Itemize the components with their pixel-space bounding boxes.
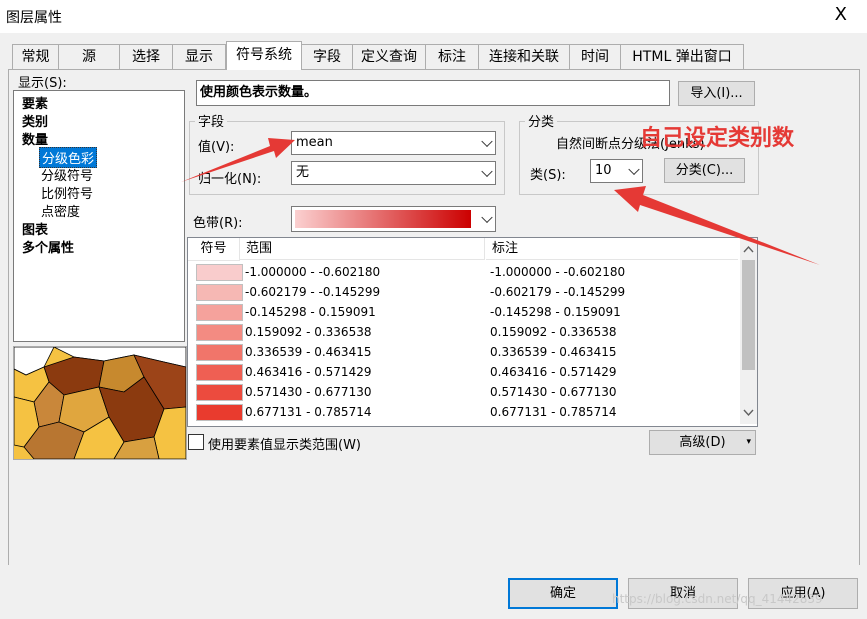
- tab-source[interactable]: 源: [58, 44, 120, 69]
- renderer-description: 使用颜色表示数量。: [196, 80, 670, 106]
- chevron-down-icon: [628, 163, 640, 176]
- symbol-swatch[interactable]: [196, 304, 243, 321]
- column-header-symbol[interactable]: 符号: [188, 238, 240, 261]
- symbol-swatch[interactable]: [196, 264, 243, 281]
- classify-button[interactable]: 分类(C)...: [664, 158, 745, 183]
- symbol-swatch[interactable]: [196, 284, 243, 301]
- range-cell: -0.602179 - -0.145299: [245, 285, 381, 299]
- range-cell: 0.463416 - 0.571429: [245, 365, 372, 379]
- table-row[interactable]: 0.571430 - 0.677130 0.571430 - 0.677130: [188, 383, 738, 403]
- chevron-down-icon: [481, 135, 493, 148]
- tree-item-multiple-attributes[interactable]: 多个属性: [22, 237, 74, 256]
- chevron-down-icon: [481, 165, 493, 178]
- symbol-swatch[interactable]: [196, 364, 243, 381]
- table-row[interactable]: -1.000000 - -0.602180 -1.000000 - -0.602…: [188, 263, 738, 283]
- classification-group-title: 分类: [525, 111, 558, 130]
- show-class-ranges-label: 使用要素值显示类范围(W): [208, 438, 361, 453]
- color-ramp-dropdown[interactable]: [291, 206, 496, 232]
- tree-item-proportional-symbols[interactable]: 比例符号: [41, 183, 93, 202]
- tab-symbology[interactable]: 符号系统: [226, 41, 302, 70]
- fields-group-title: 字段: [195, 111, 228, 130]
- tab-joins-relates[interactable]: 连接和关联: [478, 44, 570, 69]
- label-cell[interactable]: 0.336539 - 0.463415: [490, 345, 616, 359]
- scroll-up-icon: [743, 245, 754, 253]
- chevron-down-icon: [481, 211, 493, 224]
- table-row[interactable]: 0.677131 - 0.785714 0.677131 - 0.785714: [188, 403, 738, 423]
- table-row[interactable]: 0.336539 - 0.463415 0.336539 - 0.463415: [188, 343, 738, 363]
- table-row[interactable]: -0.602179 - -0.145299 -0.602179 - -0.145…: [188, 283, 738, 303]
- table-scrollbar[interactable]: [740, 238, 757, 424]
- title-bar: 图层属性 X: [0, 0, 867, 33]
- annotation-text: 自己设定类别数: [640, 126, 795, 151]
- label-cell[interactable]: 0.463416 - 0.571429: [490, 365, 616, 379]
- label-cell[interactable]: -1.000000 - -0.602180: [490, 265, 625, 279]
- dropdown-arrow-icon: ▾: [746, 437, 751, 447]
- table-row[interactable]: 0.159092 - 0.336538 0.159092 - 0.336538: [188, 323, 738, 343]
- range-cell: -1.000000 - -0.602180: [245, 265, 381, 279]
- watermark-text: https://blog.csdn.net/qq_41442839: [612, 592, 823, 606]
- normalize-field-dropdown[interactable]: 无: [291, 161, 496, 185]
- symbol-swatch[interactable]: [196, 344, 243, 361]
- tree-item-graduated-symbols[interactable]: 分级符号: [41, 165, 93, 184]
- close-icon[interactable]: X: [835, 4, 847, 25]
- tab-bar: 常规 源 选择 显示 符号系统 字段 定义查询 标注 连接和关联 时间 HTML…: [0, 41, 867, 70]
- tree-item-categories[interactable]: 类别: [22, 111, 48, 130]
- scroll-thumb: [742, 260, 755, 370]
- label-cell[interactable]: -0.145298 - 0.159091: [490, 305, 621, 319]
- range-cell: 0.159092 - 0.336538: [245, 325, 372, 339]
- tab-display[interactable]: 显示: [172, 44, 226, 69]
- label-cell[interactable]: 0.159092 - 0.336538: [490, 325, 616, 339]
- window-title: 图层属性: [6, 10, 62, 26]
- tree-item-features[interactable]: 要素: [22, 93, 48, 112]
- column-header-range[interactable]: 范围: [240, 238, 485, 260]
- tree-item-charts[interactable]: 图表: [22, 219, 48, 238]
- symbol-swatch[interactable]: [196, 324, 243, 341]
- class-breaks-table: 符号 范围 标注 -1.000000 - -0.602180 -1.000000…: [187, 237, 758, 427]
- value-field-dropdown[interactable]: mean: [291, 131, 496, 155]
- range-cell: 0.677131 - 0.785714: [245, 405, 372, 419]
- tab-general[interactable]: 常规: [12, 44, 59, 69]
- tab-html-popup[interactable]: HTML 弹出窗口: [620, 44, 744, 69]
- tree-item-quantities[interactable]: 数量: [22, 129, 48, 148]
- tab-time[interactable]: 时间: [569, 44, 621, 69]
- classes-label: 类(S):: [530, 168, 566, 183]
- tab-definition-query[interactable]: 定义查询: [352, 44, 426, 69]
- ok-button[interactable]: 确定: [508, 578, 618, 609]
- classes-count-value: 10: [595, 163, 612, 178]
- table-row[interactable]: 0.463416 - 0.571429 0.463416 - 0.571429: [188, 363, 738, 383]
- show-class-ranges-checkbox[interactable]: [188, 434, 204, 450]
- symbol-swatch[interactable]: [196, 404, 243, 421]
- label-cell[interactable]: 0.571430 - 0.677130: [490, 385, 616, 399]
- tab-fields[interactable]: 字段: [301, 44, 353, 69]
- color-ramp-swatch: [295, 210, 471, 228]
- column-header-label[interactable]: 标注: [486, 238, 738, 260]
- classes-count-dropdown[interactable]: 10: [590, 159, 643, 183]
- range-cell: -0.145298 - 0.159091: [245, 305, 376, 319]
- tree-item-dot-density[interactable]: 点密度: [41, 201, 80, 220]
- preview-map-image: [13, 346, 187, 460]
- advanced-button-label: 高级(D): [679, 435, 726, 450]
- label-cell[interactable]: 0.677131 - 0.785714: [490, 405, 616, 419]
- tab-labels[interactable]: 标注: [425, 44, 479, 69]
- scroll-down-icon: [743, 409, 754, 417]
- range-cell: 0.336539 - 0.463415: [245, 345, 372, 359]
- import-button[interactable]: 导入(I)...: [678, 81, 755, 106]
- value-label: 值(V):: [198, 140, 235, 155]
- symbol-swatch[interactable]: [196, 384, 243, 401]
- normalize-field-selected: 无: [296, 165, 310, 180]
- range-cell: 0.571430 - 0.677130: [245, 385, 372, 399]
- value-field-selected: mean: [296, 135, 333, 150]
- show-label: 显示(S):: [18, 76, 67, 91]
- normalize-label: 归一化(N):: [198, 172, 262, 187]
- table-row[interactable]: -0.145298 - 0.159091 -0.145298 - 0.15909…: [188, 303, 738, 323]
- color-ramp-label: 色带(R):: [193, 216, 243, 231]
- label-cell[interactable]: -0.602179 - -0.145299: [490, 285, 625, 299]
- advanced-button[interactable]: 高级(D) ▾: [649, 430, 756, 455]
- renderer-tree: 要素 类别 数量 分级色彩 分级符号 比例符号 点密度 图表 多个属性: [13, 90, 185, 342]
- tab-selection[interactable]: 选择: [119, 44, 173, 69]
